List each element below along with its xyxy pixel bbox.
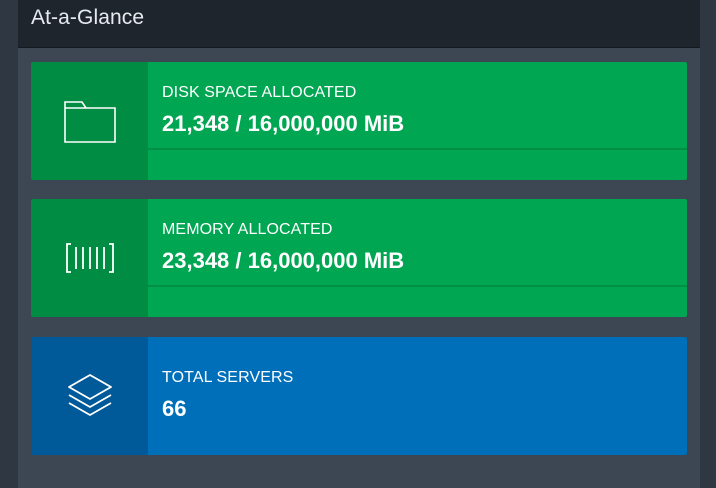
memory-icon — [65, 243, 114, 273]
card-icon-box — [31, 337, 148, 455]
memory-card: MEMORY ALLOCATED 23,348 / 16,000,000 MiB — [31, 199, 687, 317]
panel-title: At-a-Glance — [31, 6, 145, 29]
layers-icon — [67, 374, 112, 416]
card-icon-box — [31, 199, 148, 317]
memory-label: MEMORY ALLOCATED — [162, 221, 333, 238]
folder-icon — [63, 101, 116, 143]
memory-value: 23,348 / 16,000,000 MiB — [162, 248, 405, 273]
total-servers-card: TOTAL SERVERS 66 — [31, 337, 687, 455]
card-body: DISK SPACE ALLOCATED 21,348 / 16,000,000… — [148, 62, 687, 180]
total-servers-value: 66 — [162, 396, 187, 421]
disk-space-value: 21,348 / 16,000,000 MiB — [162, 111, 405, 136]
disk-space-card: DISK SPACE ALLOCATED 21,348 / 16,000,000… — [31, 62, 687, 180]
card-body: MEMORY ALLOCATED 23,348 / 16,000,000 MiB — [148, 199, 687, 317]
disk-space-progress-bar — [148, 148, 687, 180]
disk-space-progress-fill — [148, 150, 149, 180]
at-a-glance-panel: At-a-Glance DISK SPACE ALLOCATED 21,348 … — [18, 0, 700, 488]
card-body: TOTAL SERVERS 66 — [148, 337, 687, 455]
memory-progress-fill — [148, 287, 149, 317]
total-servers-label: TOTAL SERVERS — [162, 369, 294, 386]
panel-header: At-a-Glance — [18, 0, 700, 48]
memory-progress-bar — [148, 285, 687, 317]
disk-space-label: DISK SPACE ALLOCATED — [162, 84, 357, 101]
card-icon-box — [31, 62, 148, 180]
